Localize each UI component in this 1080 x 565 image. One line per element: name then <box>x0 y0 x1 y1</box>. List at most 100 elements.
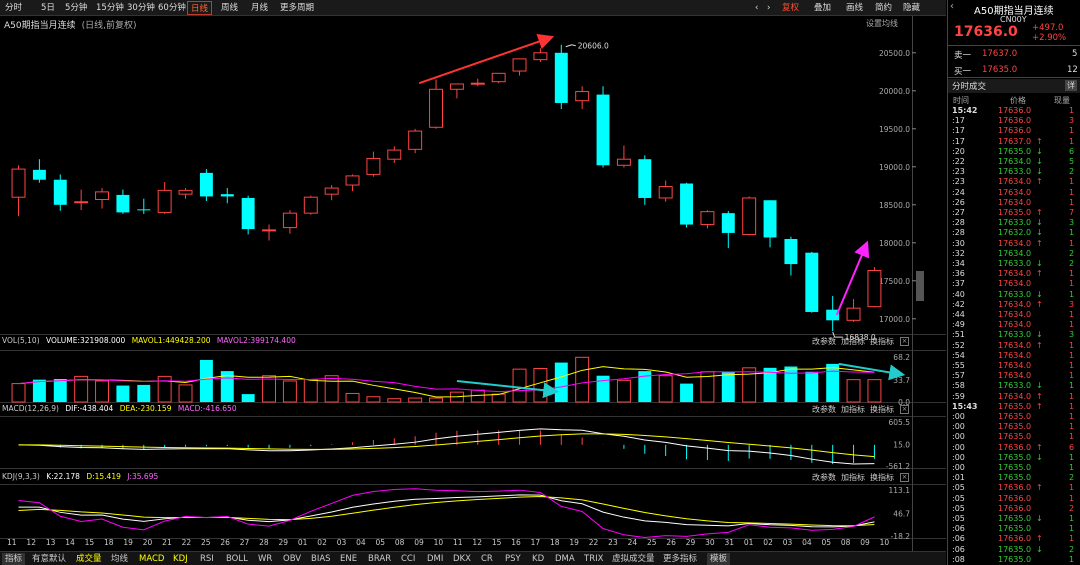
kline-chart[interactable]: 20500.0 20000.0 19500.0 19000.0 18500.0 18000… <box>0 16 946 551</box>
col-volume: 现量 <box>1054 96 1070 105</box>
tick-volume: 1 <box>1069 371 1075 381</box>
next-arrow-icon[interactable]: › <box>764 1 773 15</box>
x-axis-label: 08 <box>395 538 405 547</box>
period-tab-monthly[interactable]: 月线 <box>248 1 271 15</box>
tab-ma[interactable]: 均线 <box>111 553 128 565</box>
vol-header: VOL(5,10) VOLUME:321908.000 MAVOL1:44942… <box>2 336 296 345</box>
kdj-add-indicator-button[interactable]: 加指标 <box>841 472 865 483</box>
macd-switch-indicator-button[interactable]: 换指标 <box>870 404 894 415</box>
tick-time: :23 <box>952 177 965 187</box>
tick-time: :00 <box>952 442 965 452</box>
quote-price: 17636.0 <box>954 24 1018 40</box>
adjust-price-button[interactable]: 复权 <box>779 1 802 15</box>
tab-obv[interactable]: OBV <box>283 553 301 565</box>
macd-edit-params-button[interactable]: 改参数 <box>812 404 836 415</box>
ticks-list[interactable]: 15:42 17636.0 1:17 17636.0 3:17 17636.0 1:17 17… <box>948 106 1080 565</box>
tick-volume: 1 <box>1069 289 1075 299</box>
tick-row: :06 17635.0 ↓ 2 <box>948 545 1080 555</box>
period-tab-30min[interactable]: 30分钟 <box>124 1 158 15</box>
tab-dmi[interactable]: DMI <box>427 553 443 565</box>
tab-virtual-volume[interactable]: 虚拟成交量 <box>612 553 655 565</box>
vol-edit-params-button[interactable]: 改参数 <box>812 336 836 347</box>
tick-volume: 6 <box>1069 146 1075 156</box>
period-tab-weekly[interactable]: 周线 <box>218 1 241 15</box>
tick-price: 17634.0 <box>998 350 1032 360</box>
draw-line-button[interactable]: 画线 <box>843 1 866 15</box>
tab-dma[interactable]: DMA <box>555 553 575 565</box>
tab-more-indicators[interactable]: 更多指标 <box>663 553 697 565</box>
collapse-arrow-icon[interactable]: ‹ <box>950 1 960 12</box>
period-tab-15min[interactable]: 15分钟 <box>93 1 127 15</box>
prev-arrow-icon[interactable]: ‹ <box>752 1 761 15</box>
tick-time: :17 <box>952 126 965 136</box>
tick-volume: 1 <box>1069 463 1075 472</box>
tick-price: 17637.0 <box>998 136 1032 146</box>
tick-volume: 1 <box>1069 361 1075 370</box>
candle-up <box>470 82 485 85</box>
period-tab-5min[interactable]: 5分钟 <box>62 1 90 15</box>
vol-close-icon[interactable]: × <box>900 337 909 346</box>
candle-down <box>784 239 798 265</box>
macd-axis-label: 15.0 <box>893 440 910 449</box>
tick-volume: 1 <box>1069 401 1075 411</box>
tab-volume[interactable]: 成交量 <box>76 553 102 565</box>
period-tab-5day[interactable]: 5日 <box>38 1 58 15</box>
simple-mode-button[interactable]: 简约 <box>872 1 895 15</box>
candle-up <box>449 83 464 90</box>
tab-trix[interactable]: TRIX <box>584 553 603 565</box>
tab-psy[interactable]: PSY <box>505 553 521 565</box>
tab-cci[interactable]: CCI <box>401 553 415 565</box>
tick-volume: 1 <box>1069 412 1075 421</box>
tab-wr[interactable]: WR <box>258 553 272 565</box>
tab-rsi[interactable]: RSI <box>200 553 214 565</box>
tab-macd[interactable]: MACD <box>139 553 164 565</box>
vol-add-indicator-button[interactable]: 加指标 <box>841 336 865 347</box>
tick-arrow-icon: ↑ <box>1036 534 1043 544</box>
tick-row: :00 17635.0 1 <box>948 463 1080 473</box>
tab-cr[interactable]: CR <box>481 553 493 565</box>
vol-switch-indicator-button[interactable]: 换指标 <box>870 336 894 347</box>
tab-indicator[interactable]: 指标 <box>2 553 26 565</box>
period-tab-daily[interactable]: 日线 <box>187 1 213 15</box>
tick-volume: 1 <box>1069 554 1075 564</box>
tab-template[interactable]: 模板 <box>707 553 731 565</box>
more-periods-dropdown[interactable]: 更多周期 <box>277 1 317 15</box>
tick-volume: 3 <box>1069 299 1075 309</box>
volume-bar-down <box>554 362 568 402</box>
vol-value: VOLUME:321908.000 <box>46 336 126 345</box>
macd-add-indicator-button[interactable]: 加指标 <box>841 404 865 415</box>
ticks-detail-button[interactable]: 详 <box>1065 80 1077 91</box>
tick-arrow-icon: ↓ <box>1036 218 1043 228</box>
period-tab-60min[interactable]: 60分钟 <box>155 1 189 15</box>
tick-time: :06 <box>952 534 965 544</box>
tick-price: 17634.0 <box>998 361 1032 370</box>
tick-price: 17634.0 <box>998 371 1032 381</box>
tab-dkx[interactable]: DKX <box>453 553 471 565</box>
tick-time: :17 <box>952 136 965 146</box>
tick-row: :28 17632.0 ↓ 1 <box>948 228 1080 238</box>
tick-time: :58 <box>952 381 965 391</box>
macd-close-icon[interactable]: × <box>900 405 909 414</box>
tab-bias[interactable]: BIAS <box>311 553 331 565</box>
tab-kd[interactable]: KD <box>532 553 544 565</box>
x-axis-label: 30 <box>705 538 715 547</box>
tick-volume: 3 <box>1069 116 1075 126</box>
kdj-j-line <box>18 488 875 538</box>
period-tab-timeshare[interactable]: 分时 <box>2 1 25 15</box>
tab-kdj[interactable]: KDJ <box>173 553 188 565</box>
overlay-button[interactable]: 叠加 <box>811 1 834 15</box>
kdj-close-icon[interactable]: × <box>900 473 909 482</box>
tick-row: :26 17634.0 1 <box>948 198 1080 208</box>
tab-ene[interactable]: ENE <box>340 553 357 565</box>
hide-button[interactable]: 隐藏 <box>900 1 923 15</box>
vol-ma1: MAVOL1:449428.200 <box>131 336 211 345</box>
tab-default[interactable]: 有意默认 <box>32 553 66 565</box>
tab-brar[interactable]: BRAR <box>368 553 391 565</box>
tab-boll[interactable]: BOLL <box>226 553 248 565</box>
y-axis-label: 20500.0 <box>879 49 910 58</box>
kdj-edit-params-button[interactable]: 改参数 <box>812 472 836 483</box>
volume-bar-up <box>324 375 339 403</box>
candle-up <box>178 189 193 195</box>
volume-bar-down <box>721 371 735 402</box>
kdj-switch-indicator-button[interactable]: 换指标 <box>870 472 894 483</box>
